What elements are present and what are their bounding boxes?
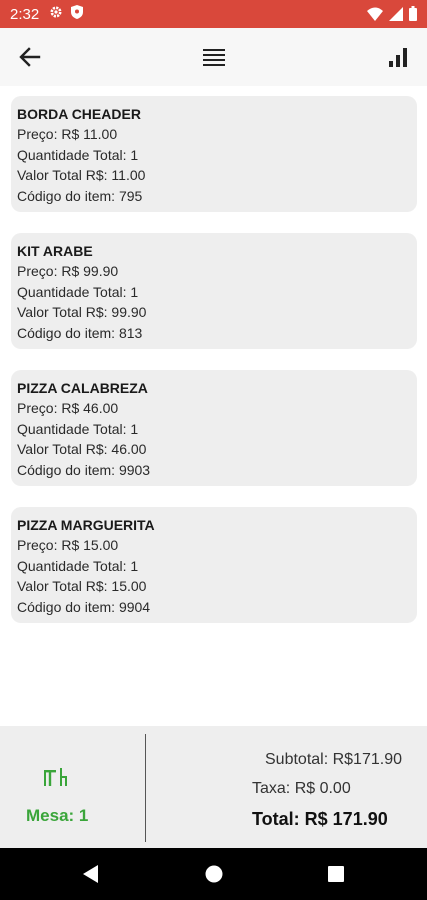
item-code: Código do item: 9904 (17, 599, 151, 616)
item-quantity: Quantidade Total: 1 (17, 557, 139, 574)
nav-home-icon (205, 865, 223, 883)
bar-chart-icon (389, 48, 407, 67)
item-price: Preço: R$ 46.00 (17, 400, 119, 416)
system-nav-bar (0, 848, 427, 900)
shield-icon (71, 4, 84, 24)
subtotal-label: Subtotal: R$171.90 (265, 751, 402, 768)
status-time: 2:32 (10, 5, 40, 23)
order-item-card[interactable]: KIT ARABE Preço: R$ 99.90 Quantidade Tot… (11, 233, 417, 349)
item-code: Código do item: 795 (17, 188, 143, 205)
item-name: BORDA CHEADER (17, 106, 141, 122)
order-item-list[interactable]: BORDA CHEADER Preço: R$ 11.00 Quantidade… (0, 86, 427, 726)
table-chairs-icon (40, 764, 70, 790)
order-item-card[interactable]: PIZZA CALABREZA Preço: R$ 46.00 Quantida… (11, 370, 417, 486)
item-quantity: Quantidade Total: 1 (17, 283, 139, 300)
item-name: KIT ARABE (17, 243, 93, 259)
item-name: PIZZA CALABREZA (17, 380, 148, 396)
item-quantity: Quantidade Total: 1 (17, 146, 139, 163)
menu-icon (203, 49, 225, 66)
order-item-card[interactable]: PIZZA MARGUERITA Preço: R$ 15.00 Quantid… (11, 507, 417, 623)
nav-recents-button[interactable] (324, 862, 348, 886)
nav-back-icon (83, 865, 98, 883)
tax-label: Taxa: R$ 0.00 (252, 780, 351, 797)
back-button[interactable] (13, 41, 47, 73)
signal-icon (389, 6, 403, 26)
gear-icon (49, 5, 63, 24)
item-name: PIZZA MARGUERITA (17, 517, 155, 533)
item-code: Código do item: 9903 (17, 462, 151, 479)
nav-back-button[interactable] (78, 862, 102, 886)
item-quantity: Quantidade Total: 1 (17, 420, 139, 437)
nav-recents-icon (328, 866, 344, 882)
wifi-icon (367, 7, 383, 26)
menu-button[interactable] (197, 41, 231, 73)
item-total-value: Valor Total R$: 99.90 (17, 304, 147, 321)
nav-home-button[interactable] (202, 862, 226, 886)
arrow-left-icon (19, 47, 41, 67)
item-price: Preço: R$ 99.90 (17, 263, 119, 279)
item-price: Preço: R$ 15.00 (17, 537, 119, 553)
item-total-value: Valor Total R$: 15.00 (17, 578, 147, 595)
item-code: Código do item: 813 (17, 325, 143, 342)
stats-button[interactable] (381, 41, 415, 73)
item-price: Preço: R$ 11.00 (17, 126, 118, 142)
order-item-card[interactable]: BORDA CHEADER Preço: R$ 11.00 Quantidade… (11, 96, 417, 212)
order-summary-footer: Mesa: 1 Subtotal: R$171.90 Taxa: R$ 0.00… (0, 726, 427, 848)
toolbar (0, 28, 427, 86)
total-label: Total: R$ 171.90 (252, 809, 388, 829)
item-total-value: Valor Total R$: 11.00 (17, 167, 146, 184)
battery-icon (409, 6, 417, 26)
table-number-label: Mesa: 1 (26, 806, 89, 825)
status-bar: 2:32 (0, 0, 427, 28)
footer-divider (145, 734, 146, 842)
item-total-value: Valor Total R$: 46.00 (17, 441, 147, 458)
